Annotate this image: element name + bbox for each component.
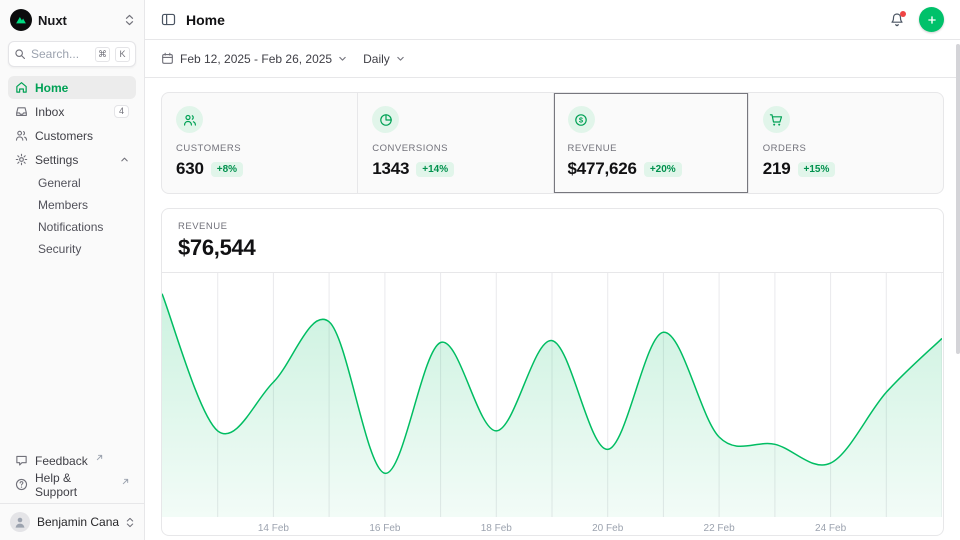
sidebar-item-notifications[interactable]: Notifications bbox=[8, 216, 136, 237]
kbd-meta: ⌘ bbox=[95, 47, 110, 62]
svg-text:16 Feb: 16 Feb bbox=[369, 523, 401, 534]
stat-card-orders[interactable]: ORDERS 219 +15% bbox=[748, 93, 943, 193]
avatar bbox=[10, 512, 30, 532]
scrollbar[interactable] bbox=[955, 0, 960, 540]
search-icon bbox=[14, 48, 26, 60]
svg-text:24 Feb: 24 Feb bbox=[815, 523, 847, 534]
sidebar-item-label: Customers bbox=[35, 129, 93, 143]
sub-item-label: General bbox=[38, 176, 81, 190]
chevron-up-down-icon bbox=[126, 517, 134, 528]
users-icon bbox=[176, 106, 203, 133]
stat-delta-badge: +8% bbox=[211, 162, 243, 177]
stat-delta-badge: +15% bbox=[798, 162, 836, 177]
svg-text:18 Feb: 18 Feb bbox=[481, 523, 513, 534]
user-menu[interactable]: Benjamin Canac bbox=[0, 503, 144, 540]
external-link-icon bbox=[122, 478, 129, 485]
stat-label: REVENUE bbox=[568, 143, 734, 154]
search-placeholder: Search... bbox=[31, 47, 90, 61]
sidebar-item-label: Feedback bbox=[35, 454, 88, 468]
plus-icon bbox=[926, 14, 938, 26]
stat-label: CUSTOMERS bbox=[176, 143, 343, 154]
team-switcher[interactable]: Nuxt bbox=[0, 0, 144, 36]
stat-card-customers[interactable]: CUSTOMERS 630 +8% bbox=[162, 93, 357, 193]
inbox-count-badge: 4 bbox=[114, 105, 129, 119]
sidebar-item-inbox[interactable]: Inbox 4 bbox=[8, 100, 136, 123]
notifications-button[interactable] bbox=[889, 12, 905, 28]
sidebar-item-customers[interactable]: Customers bbox=[8, 124, 136, 147]
sidebar-item-settings[interactable]: Settings bbox=[8, 148, 136, 171]
sidebar-item-label: Inbox bbox=[35, 105, 64, 119]
stat-card-revenue[interactable]: $ REVENUE $477,626 +20% bbox=[553, 93, 748, 193]
users-icon bbox=[15, 129, 28, 142]
date-range-label: Feb 12, 2025 - Feb 26, 2025 bbox=[180, 52, 332, 66]
main-panel: Home Feb 12, 2025 - Feb 26, 2025 bbox=[145, 0, 960, 540]
kbd-k: K bbox=[115, 47, 130, 62]
revenue-area-chart[interactable]: 14 Feb 16 Feb 18 Feb 20 Feb 22 Feb 24 Feb bbox=[162, 273, 942, 535]
gear-icon bbox=[15, 153, 28, 166]
app-window: Nuxt Search... ⌘ K Home bbox=[0, 0, 960, 540]
date-range-picker[interactable]: Feb 12, 2025 - Feb 26, 2025 bbox=[161, 52, 347, 66]
stat-delta-badge: +14% bbox=[416, 162, 454, 177]
message-icon bbox=[15, 454, 28, 467]
add-button[interactable] bbox=[919, 7, 944, 32]
svg-text:14 Feb: 14 Feb bbox=[258, 523, 290, 534]
sidebar-item-feedback[interactable]: Feedback bbox=[8, 449, 136, 472]
sidebar-item-label: Home bbox=[35, 81, 68, 95]
sub-item-label: Notifications bbox=[38, 220, 103, 234]
stat-card-conversions[interactable]: CONVERSIONS 1343 +14% bbox=[357, 93, 552, 193]
stat-delta-badge: +20% bbox=[644, 162, 682, 177]
user-name: Benjamin Canac bbox=[37, 515, 119, 529]
stats-row: CUSTOMERS 630 +8% CONVERSIONS 1343 +14% bbox=[161, 92, 944, 194]
scrollbar-thumb[interactable] bbox=[956, 44, 960, 354]
page-content: CUSTOMERS 630 +8% CONVERSIONS 1343 +14% bbox=[145, 78, 960, 536]
sidebar-item-members[interactable]: Members bbox=[8, 194, 136, 215]
inbox-icon bbox=[15, 105, 28, 118]
sidebar-item-help-support[interactable]: Help & Support bbox=[8, 473, 136, 496]
nuxt-logo bbox=[10, 9, 32, 31]
revenue-chart-card: REVENUE $76,544 14 Feb 16 Feb 18 Feb 20 Feb… bbox=[161, 208, 944, 536]
home-icon bbox=[15, 81, 28, 94]
svg-text:$: $ bbox=[579, 115, 584, 124]
chevron-up-down-icon bbox=[125, 14, 134, 26]
sidebar-item-security[interactable]: Security bbox=[8, 238, 136, 259]
sidebar-nav: Home Inbox 4 Customers Settings bbox=[0, 76, 144, 259]
stat-value: 1343 bbox=[372, 159, 409, 179]
interval-select[interactable]: Daily bbox=[363, 52, 405, 66]
dollar-circle-icon: $ bbox=[568, 106, 595, 133]
chart-header: REVENUE $76,544 bbox=[162, 209, 943, 273]
chevron-down-icon bbox=[338, 54, 347, 63]
chart-pie-icon bbox=[372, 106, 399, 133]
chevron-up-icon bbox=[120, 155, 129, 164]
stat-label: ORDERS bbox=[763, 143, 929, 154]
sub-item-label: Members bbox=[38, 198, 88, 212]
interval-label: Daily bbox=[363, 52, 390, 66]
sidebar-item-label: Help & Support bbox=[35, 471, 114, 499]
notification-dot bbox=[900, 11, 906, 17]
sub-item-label: Security bbox=[38, 242, 81, 256]
svg-text:20 Feb: 20 Feb bbox=[592, 523, 624, 534]
chart-metric-label: REVENUE bbox=[178, 221, 927, 232]
collapse-sidebar-button[interactable] bbox=[161, 12, 176, 27]
external-link-icon bbox=[96, 454, 103, 461]
help-icon bbox=[15, 478, 28, 491]
chevron-down-icon bbox=[396, 54, 405, 63]
sidebar-item-label: Settings bbox=[35, 153, 78, 167]
sidebar-item-home[interactable]: Home bbox=[8, 76, 136, 99]
cart-icon bbox=[763, 106, 790, 133]
stat-label: CONVERSIONS bbox=[372, 143, 538, 154]
team-name: Nuxt bbox=[38, 13, 119, 28]
calendar-icon bbox=[161, 52, 174, 65]
sidebar: Nuxt Search... ⌘ K Home bbox=[0, 0, 145, 540]
sidebar-footer: Feedback Help & Support bbox=[0, 445, 144, 498]
topbar: Home bbox=[145, 0, 960, 40]
filters-toolbar: Feb 12, 2025 - Feb 26, 2025 Daily bbox=[145, 40, 960, 78]
stat-value: 630 bbox=[176, 159, 204, 179]
svg-text:22 Feb: 22 Feb bbox=[704, 523, 736, 534]
stat-value: $477,626 bbox=[568, 159, 637, 179]
sidebar-item-general[interactable]: General bbox=[8, 172, 136, 193]
chart-metric-value: $76,544 bbox=[178, 235, 927, 261]
page-title: Home bbox=[186, 12, 225, 28]
search-input[interactable]: Search... ⌘ K bbox=[8, 41, 136, 67]
stat-value: 219 bbox=[763, 159, 791, 179]
